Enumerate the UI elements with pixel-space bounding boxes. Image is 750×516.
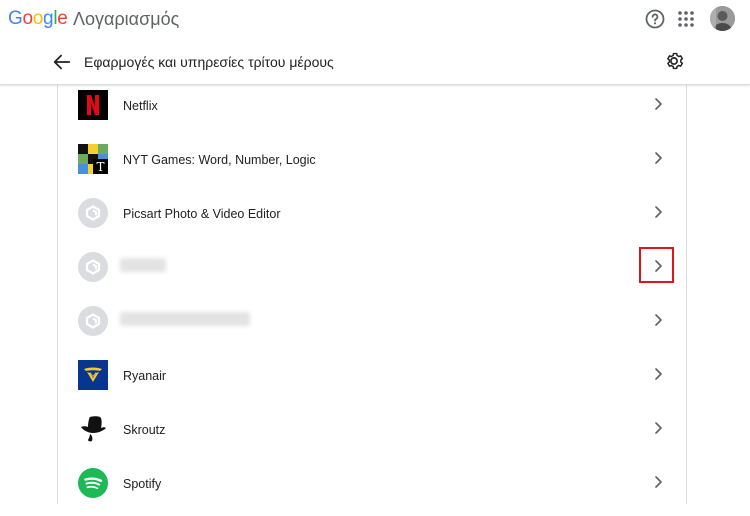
redacted-app-name xyxy=(120,312,250,326)
app-name: Spotify xyxy=(123,477,162,491)
list-item-skroutz[interactable]: Skroutz xyxy=(58,408,686,462)
google-logo[interactable]: Google xyxy=(8,8,68,30)
generic-app-logo xyxy=(78,252,108,282)
chevron-right-icon[interactable] xyxy=(650,312,666,328)
spotify-logo xyxy=(78,468,108,498)
arrow-back-icon[interactable] xyxy=(51,51,73,73)
app-name: Ryanair xyxy=(123,369,167,383)
app-name: Skroutz xyxy=(123,423,166,437)
chevron-right-icon[interactable] xyxy=(650,366,666,382)
list-item-hidden-app[interactable] xyxy=(58,246,686,300)
app-name: NYT Games: Word, Number, Logic xyxy=(123,153,316,167)
user-avatar[interactable] xyxy=(710,6,735,31)
logo-letter: o xyxy=(32,8,44,29)
logo-letter: o xyxy=(22,8,33,29)
product-name: Λογαριασμός xyxy=(73,9,180,29)
chevron-right-icon[interactable] xyxy=(650,204,666,220)
app-list-card: Netflix T NYT Games: Word, Number, Logic xyxy=(57,84,687,504)
list-item-picsart[interactable]: Picsart Photo & Video Editor xyxy=(58,192,686,246)
chevron-right-icon[interactable] xyxy=(650,150,666,166)
nyt-games-logo: T xyxy=(78,144,108,174)
gear-icon[interactable] xyxy=(663,50,685,72)
svg-text:T: T xyxy=(96,160,104,174)
chevron-right-icon[interactable] xyxy=(650,420,666,436)
app-name: Netflix xyxy=(123,99,158,113)
apps-grid-icon[interactable] xyxy=(674,7,698,31)
page-header: Εφαρμογές και υπηρεσίες τρίτου μέρους xyxy=(0,38,750,85)
list-item-spotify[interactable]: Spotify xyxy=(58,462,686,516)
chevron-right-icon[interactable] xyxy=(650,96,666,112)
app-name: Picsart Photo & Video Editor xyxy=(123,207,281,221)
google-top-bar: Google Λογαριασμός xyxy=(0,0,750,38)
skroutz-logo xyxy=(78,414,108,444)
ryanair-logo xyxy=(78,360,108,390)
chevron-right-icon[interactable] xyxy=(650,258,666,274)
redacted-app-name xyxy=(120,258,166,272)
logo-letter: g xyxy=(43,8,54,29)
generic-app-logo xyxy=(78,306,108,336)
page-title: Εφαρμογές και υπηρεσίες τρίτου μέρους xyxy=(84,54,334,70)
list-item-ryanair[interactable]: Ryanair xyxy=(58,354,686,408)
chevron-right-icon[interactable] xyxy=(650,474,666,490)
netflix-logo xyxy=(78,90,108,120)
list-item-hidden-app[interactable] xyxy=(58,300,686,354)
help-icon[interactable] xyxy=(643,7,667,31)
logo-letter: e xyxy=(57,8,68,29)
list-item-netflix[interactable]: Netflix xyxy=(58,84,686,138)
list-item-nyt-games[interactable]: T NYT Games: Word, Number, Logic xyxy=(58,138,686,192)
logo-letter: G xyxy=(8,8,23,29)
generic-app-logo xyxy=(78,198,108,228)
